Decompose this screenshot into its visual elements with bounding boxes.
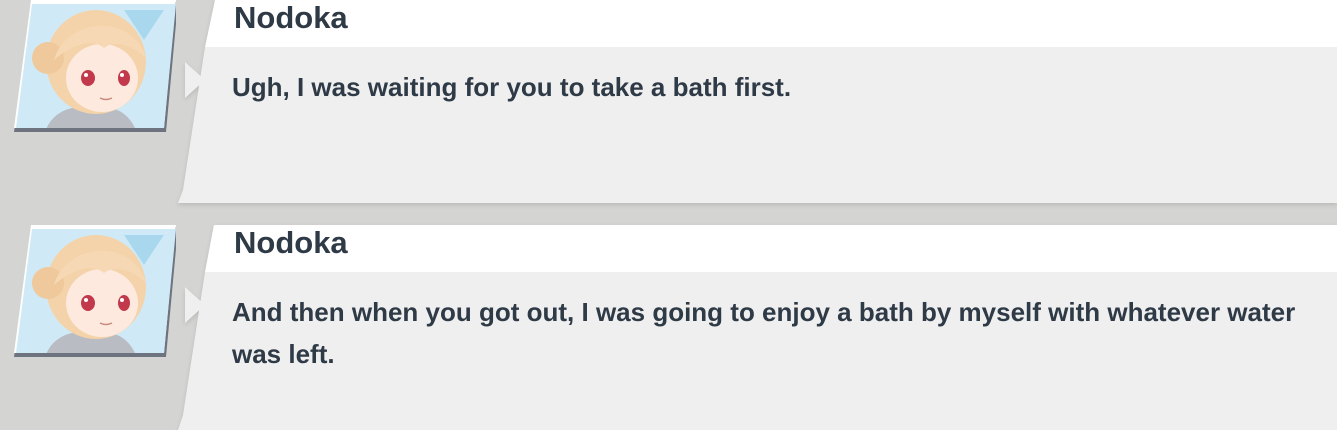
dialogue-text: And then when you got out, I was going t…	[232, 297, 1296, 369]
speaker-name: Nodoka	[234, 225, 348, 260]
dialogue-entry: Nodoka Ugh, I was waiting for you to tak…	[0, 0, 1337, 205]
dialogue-text: Ugh, I was waiting for you to take a bat…	[232, 72, 792, 102]
nodoka-portrait-icon	[14, 225, 176, 357]
dialogue-entry: Nodoka And then when you got out, I was …	[0, 225, 1337, 430]
nodoka-portrait-icon	[14, 0, 176, 132]
speaker-name: Nodoka	[234, 0, 348, 35]
